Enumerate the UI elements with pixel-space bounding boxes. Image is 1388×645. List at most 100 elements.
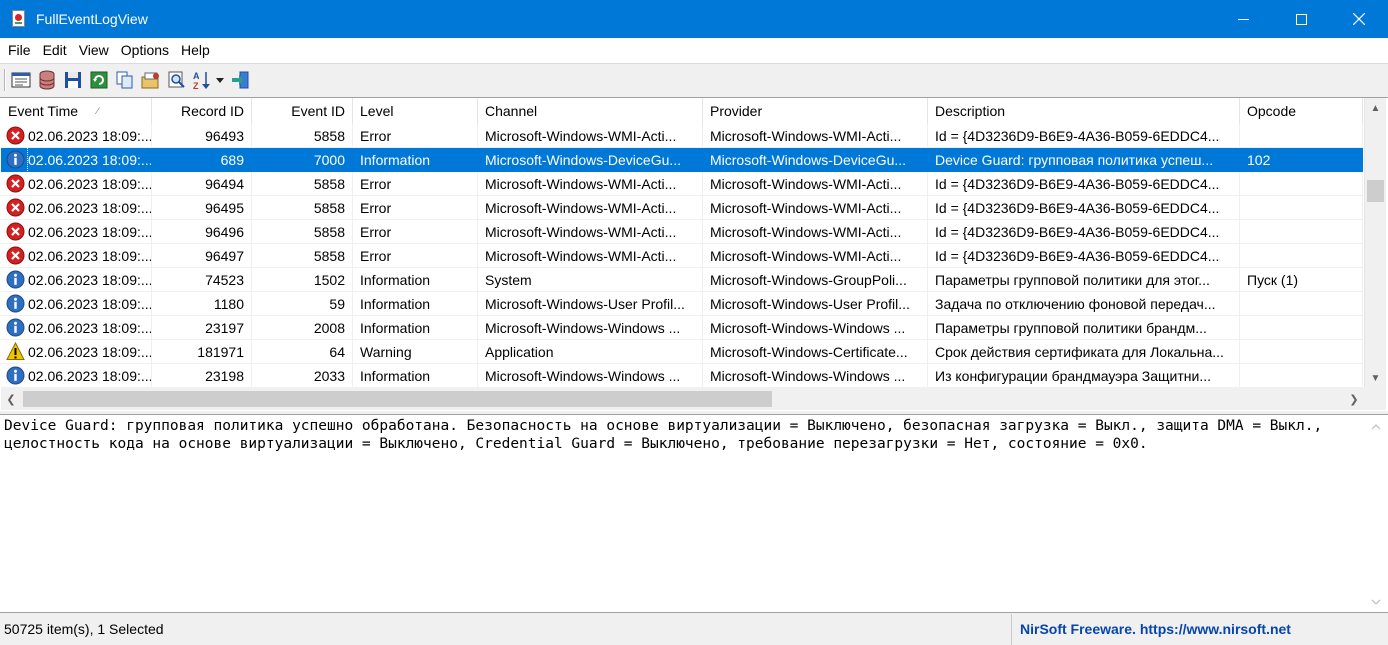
- column-header-level[interactable]: Level: [353, 98, 478, 124]
- event-list[interactable]: Event Time ∕ Record ID Event ID Level Cha…: [0, 97, 1388, 411]
- channel-cell: Microsoft-Windows-WMI-Acti...: [478, 220, 703, 244]
- event-time-cell: 02.06.2023 18:09:...: [1, 364, 152, 388]
- event-time-text: 02.06.2023 18:09:...: [28, 247, 152, 264]
- sort-icon: AZ: [193, 71, 224, 90]
- vertical-scrollbar[interactable]: ▲ ▼: [1364, 98, 1386, 388]
- minimize-button[interactable]: [1214, 0, 1272, 38]
- table-row[interactable]: 02.06.2023 18:09:... 181971 64 Warning Appli…: [1, 340, 1363, 364]
- event-detail-pane[interactable]: Device Guard: групповая политика успешно…: [0, 414, 1388, 613]
- horizontal-scrollbar[interactable]: ❮ ❯: [1, 388, 1386, 410]
- table-row[interactable]: 02.06.2023 18:09:... 689 7000 Information Mi…: [1, 148, 1363, 172]
- column-header-provider[interactable]: Provider: [703, 98, 928, 124]
- event-time-text: 02.06.2023 18:09:...: [28, 223, 152, 240]
- error-icon: [6, 222, 25, 241]
- copy-icon: [116, 71, 133, 89]
- close-button[interactable]: [1330, 0, 1388, 38]
- data-source-button[interactable]: [36, 69, 58, 91]
- description-cell: Задача по отключению фоновой передач...: [928, 292, 1240, 316]
- menu-options[interactable]: Options: [115, 38, 175, 63]
- toolbar: AZ: [0, 63, 1388, 96]
- detail-scrollbar[interactable]: [1366, 415, 1386, 612]
- exit-button[interactable]: [230, 69, 252, 91]
- horizontal-scroll-thumb[interactable]: [23, 391, 772, 407]
- opcode-cell: [1240, 292, 1363, 316]
- event-rows: 02.06.2023 18:09:... 96493 5858 Error Micros…: [1, 124, 1363, 388]
- menu-edit[interactable]: Edit: [37, 38, 73, 63]
- event-time-cell: 02.06.2023 18:09:...: [1, 316, 152, 340]
- table-row[interactable]: 02.06.2023 18:09:... 74523 1502 Information…: [1, 268, 1363, 292]
- provider-cell: Microsoft-Windows-DeviceGu...: [703, 148, 928, 172]
- options-button[interactable]: [140, 69, 162, 91]
- detail-scroll-down-icon[interactable]: [1366, 592, 1386, 612]
- refresh-icon: [90, 71, 108, 89]
- table-row[interactable]: 02.06.2023 18:09:... 96497 5858 Error Micros…: [1, 244, 1363, 268]
- table-row[interactable]: 02.06.2023 18:09:... 96494 5858 Error Micros…: [1, 172, 1363, 196]
- error-icon: [6, 174, 25, 193]
- menu-view[interactable]: View: [73, 38, 115, 63]
- column-header-event-time[interactable]: Event Time ∕: [1, 98, 152, 124]
- channel-cell: Microsoft-Windows-Windows ...: [478, 364, 703, 388]
- column-header-channel[interactable]: Channel: [478, 98, 703, 124]
- options-icon: [141, 72, 159, 89]
- record-id-cell: 96497: [152, 244, 252, 268]
- event-time-text: 02.06.2023 18:09:...: [28, 175, 152, 192]
- provider-cell: Microsoft-Windows-WMI-Acti...: [703, 220, 928, 244]
- table-row[interactable]: 02.06.2023 18:09:... 23197 2008 Information…: [1, 316, 1363, 340]
- column-header-event-id[interactable]: Event ID: [252, 98, 353, 124]
- event-time-cell: 02.06.2023 18:09:...: [1, 172, 152, 196]
- table-row[interactable]: 02.06.2023 18:09:... 1180 59 Information Mic…: [1, 292, 1363, 316]
- level-cell: Information: [353, 148, 478, 172]
- table-row[interactable]: 02.06.2023 18:09:... 96496 5858 Error Micros…: [1, 220, 1363, 244]
- event-id-cell: 5858: [252, 244, 353, 268]
- channel-cell: System: [478, 268, 703, 292]
- record-id-cell: 1180: [152, 292, 252, 316]
- sort-button[interactable]: AZ: [192, 69, 226, 91]
- event-id-cell: 5858: [252, 220, 353, 244]
- description-cell: Из конфигурации брандмауэра Защитни...: [928, 364, 1240, 388]
- scroll-up-arrow-icon[interactable]: ▲: [1365, 98, 1386, 118]
- nirsoft-link[interactable]: NirSoft Freeware. https://www.nirsoft.ne…: [1012, 614, 1291, 645]
- fulleventlogview-app-icon[interactable]: [11, 10, 27, 28]
- level-cell: Error: [353, 124, 478, 148]
- find-icon: [168, 71, 185, 88]
- error-icon: [6, 198, 25, 217]
- event-detail-text: Device Guard: групповая политика успешно…: [4, 418, 1331, 452]
- level-cell: Error: [353, 172, 478, 196]
- menu-file[interactable]: File: [2, 38, 37, 63]
- maximize-button[interactable]: [1272, 0, 1330, 38]
- opcode-cell: [1240, 196, 1363, 220]
- table-row[interactable]: 02.06.2023 18:09:... 23198 2033 Information…: [1, 364, 1363, 388]
- copy-button[interactable]: [114, 69, 136, 91]
- title-bar[interactable]: FullEventLogView: [0, 0, 1388, 38]
- table-row[interactable]: 02.06.2023 18:09:... 96495 5858 Error Micros…: [1, 196, 1363, 220]
- record-id-cell: 689: [152, 148, 252, 172]
- column-header-opcode[interactable]: Opcode: [1240, 98, 1363, 124]
- description-cell: Параметры групповой политики брандм...: [928, 316, 1240, 340]
- provider-cell: Microsoft-Windows-Windows ...: [703, 364, 928, 388]
- detail-scroll-up-icon[interactable]: [1366, 417, 1386, 437]
- find-button[interactable]: [166, 69, 188, 91]
- vertical-scroll-thumb[interactable]: [1367, 180, 1384, 202]
- menu-help[interactable]: Help: [175, 38, 216, 63]
- event-time-cell: 02.06.2023 18:09:...: [1, 124, 152, 148]
- column-header-row: Event Time ∕ Record ID Event ID Level Cha…: [1, 98, 1363, 124]
- exit-icon: [232, 71, 249, 89]
- channel-cell: Application: [478, 340, 703, 364]
- column-header-description[interactable]: Description: [928, 98, 1240, 124]
- properties-button[interactable]: [10, 69, 32, 91]
- opcode-cell: [1240, 244, 1363, 268]
- svg-text:A: A: [193, 71, 200, 81]
- refresh-button[interactable]: [88, 69, 110, 91]
- table-row[interactable]: 02.06.2023 18:09:... 96493 5858 Error Micros…: [1, 124, 1363, 148]
- scroll-right-arrow-icon[interactable]: ❯: [1344, 388, 1364, 410]
- event-id-cell: 64: [252, 340, 353, 364]
- scroll-down-arrow-icon[interactable]: ▼: [1365, 368, 1386, 388]
- event-time-text: 02.06.2023 18:09:...: [28, 199, 152, 216]
- sort-ascending-icon: ∕: [97, 106, 99, 117]
- column-header-record-id[interactable]: Record ID: [152, 98, 252, 124]
- level-cell: Information: [353, 292, 478, 316]
- scroll-left-arrow-icon[interactable]: ❮: [1, 388, 21, 410]
- channel-cell: Microsoft-Windows-WMI-Acti...: [478, 244, 703, 268]
- record-id-cell: 74523: [152, 268, 252, 292]
- save-button[interactable]: [62, 69, 84, 91]
